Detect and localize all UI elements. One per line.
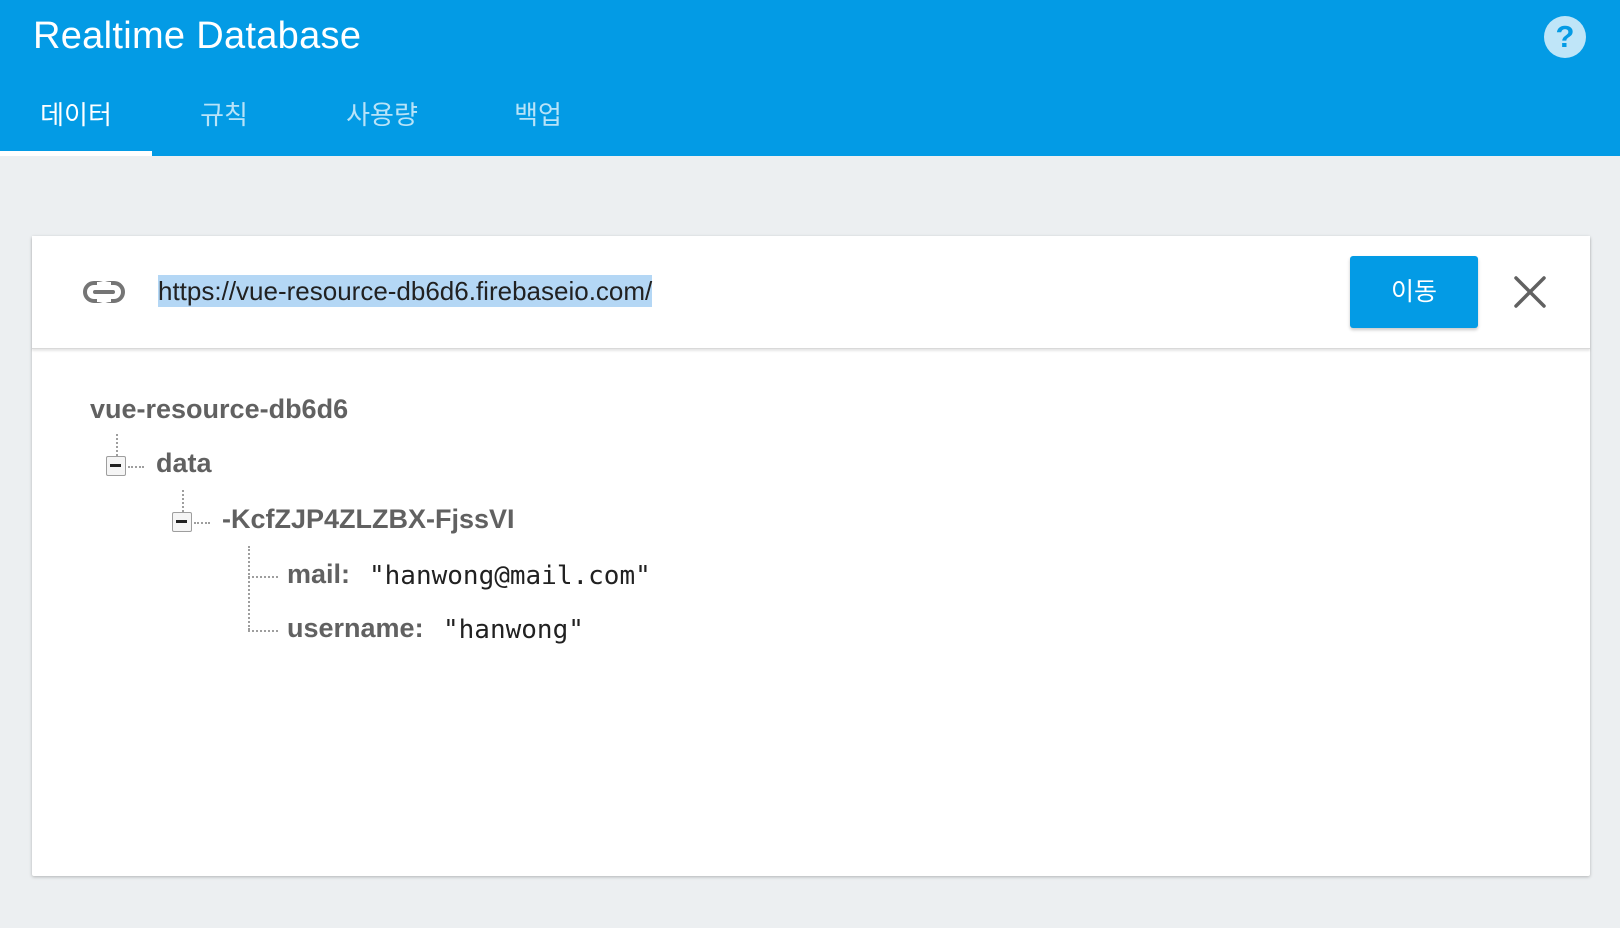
tree-node-data[interactable]: data xyxy=(156,448,212,479)
help-icon[interactable]: ? xyxy=(1544,16,1586,58)
close-icon[interactable] xyxy=(1510,272,1550,312)
tab-bar: 데이터 규칙 사용량 백업 xyxy=(0,80,800,156)
tab-backup[interactable]: 백업 xyxy=(468,80,608,156)
active-tab-indicator xyxy=(0,151,152,156)
tree-connector xyxy=(128,466,144,468)
url-bar: https://vue-resource-db6d6.firebaseio.co… xyxy=(32,236,1590,349)
data-tree: vue-resource-db6d6 data -KcfZJP4ZLZBX-Fj… xyxy=(32,348,1590,876)
tab-rules[interactable]: 규칙 xyxy=(152,80,296,156)
url-input[interactable]: https://vue-resource-db6d6.firebaseio.co… xyxy=(158,266,1258,316)
tab-data[interactable]: 데이터 xyxy=(0,80,152,156)
tree-connector xyxy=(248,576,278,578)
tree-root-node[interactable]: vue-resource-db6d6 xyxy=(90,394,348,425)
field-key-username: username: xyxy=(287,613,424,643)
field-key-mail: mail: xyxy=(287,559,351,589)
tree-connector xyxy=(182,490,184,512)
link-icon xyxy=(83,281,125,303)
tree-connector xyxy=(248,630,278,632)
url-input-text: https://vue-resource-db6d6.firebaseio.co… xyxy=(158,275,653,307)
database-card: https://vue-resource-db6d6.firebaseio.co… xyxy=(32,236,1590,876)
collapse-icon[interactable] xyxy=(106,456,126,476)
go-button[interactable]: 이동 xyxy=(1350,256,1478,328)
tree-connector xyxy=(194,522,210,524)
field-value-username: "hanwong" xyxy=(443,615,584,645)
tab-usage[interactable]: 사용량 xyxy=(296,80,468,156)
tree-connector xyxy=(248,546,250,630)
page-title: Realtime Database xyxy=(33,15,362,57)
app-header: Realtime Database ? 데이터 규칙 사용량 백업 xyxy=(0,0,1620,156)
tree-node-record[interactable]: -KcfZJP4ZLZBX-FjssVI xyxy=(222,504,515,535)
collapse-icon[interactable] xyxy=(172,512,192,532)
field-value-mail: "hanwong@mail.com" xyxy=(369,561,651,591)
tree-connector xyxy=(116,434,118,456)
